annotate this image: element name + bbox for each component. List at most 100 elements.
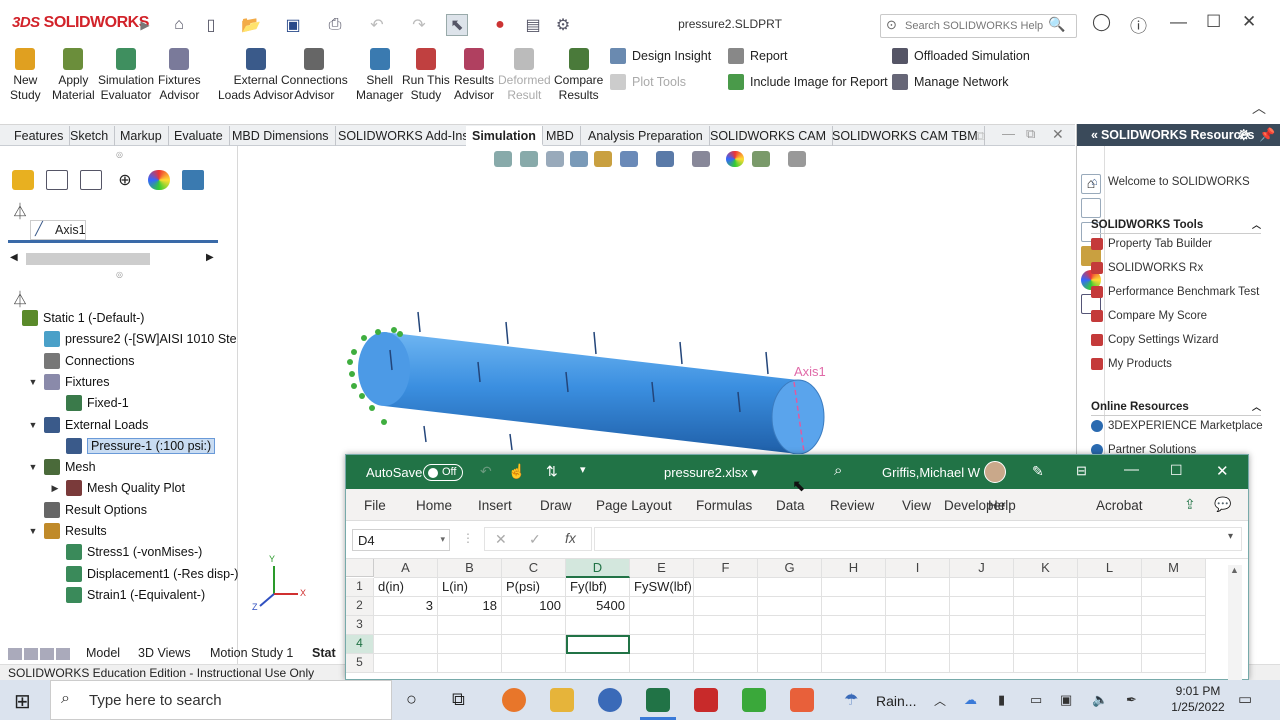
notifications-icon[interactable]: ▭ xyxy=(1238,690,1252,708)
print-icon[interactable]: ⎙ xyxy=(324,14,346,36)
tree-item-pressure-1-100-psi[interactable]: Pressure-1 (:100 psi:) xyxy=(50,436,216,456)
previous-view-icon[interactable] xyxy=(546,151,564,167)
dynamic-annotation-icon[interactable] xyxy=(594,151,612,167)
tool-property-tab-builder-link[interactable]: Property Tab Builder xyxy=(1091,238,1212,250)
column-header[interactable]: M xyxy=(1142,559,1206,578)
cell-G3[interactable] xyxy=(758,616,822,635)
horizontal-scrollbar[interactable]: ◀ ▶ xyxy=(10,252,220,266)
tree-item-connections[interactable]: Connections xyxy=(28,351,135,371)
workbook-name[interactable]: pressure2.xlsx ▾ xyxy=(664,465,758,481)
cell-B2[interactable]: 18 xyxy=(438,597,502,616)
tab-simulation[interactable]: Simulation xyxy=(466,126,543,146)
cell-I4[interactable] xyxy=(886,635,950,654)
welcome-link[interactable]: ⌂ Welcome to SOLIDWORKS xyxy=(1091,176,1250,188)
tab-evaluate[interactable]: Evaluate xyxy=(168,126,230,146)
column-header[interactable]: G xyxy=(758,559,822,578)
cell-K1[interactable] xyxy=(1014,578,1078,597)
user-name[interactable]: Griffis,Michael W xyxy=(882,465,980,480)
excel-menu-acrobat[interactable]: Acrobat xyxy=(1096,498,1143,513)
weather-text[interactable]: Rain... xyxy=(876,693,916,709)
online-3dexperience-marketplace-link[interactable]: 3DEXPERIENCE Marketplace xyxy=(1091,420,1263,432)
camtasia-recorder-icon[interactable] xyxy=(790,688,814,712)
cell-H5[interactable] xyxy=(822,654,886,673)
minimize-icon[interactable]: — xyxy=(1124,461,1139,478)
solidworks-logo[interactable]: 3DS SOLIDWORKS xyxy=(12,14,149,32)
tree-toggle-icon[interactable]: ▼ xyxy=(28,462,38,472)
network-icon[interactable]: ▣ xyxy=(1060,692,1072,708)
cell-E3[interactable] xyxy=(630,616,694,635)
cortana-icon[interactable]: ○ xyxy=(406,689,417,710)
expand-menu-icon[interactable]: ▶ xyxy=(138,14,152,36)
maximize-icon[interactable]: ☐ xyxy=(1206,12,1221,32)
tree-item-strain1-equivalent[interactable]: Strain1 (-Equivalent-) xyxy=(50,585,205,605)
ribbon-run-this-study-button[interactable]: Run This Study xyxy=(402,48,450,103)
row-header[interactable]: 5 xyxy=(346,654,374,673)
cell-F1[interactable] xyxy=(694,578,758,597)
excel-menu-page-layout[interactable]: Page Layout xyxy=(596,498,672,513)
column-header[interactable]: H xyxy=(822,559,886,578)
cell-E5[interactable] xyxy=(630,654,694,673)
close-icon[interactable]: ✕ xyxy=(1216,462,1229,480)
cell-A3[interactable] xyxy=(374,616,438,635)
cell-K3[interactable] xyxy=(1014,616,1078,635)
cancel-entry-icon[interactable]: ✕ xyxy=(495,531,507,548)
bottom-tab-3d-views[interactable]: 3D Views xyxy=(138,644,191,664)
filter-icon[interactable]: ⏃ xyxy=(12,198,28,222)
tool-performance-benchmark-test-link[interactable]: Performance Benchmark Test xyxy=(1091,286,1259,298)
cell-H3[interactable] xyxy=(822,616,886,635)
pen-icon[interactable]: ✒ xyxy=(1126,692,1137,708)
excel-menu-file[interactable]: File xyxy=(364,498,386,513)
column-header[interactable]: C xyxy=(502,559,566,578)
autosave-toggle[interactable]: Off xyxy=(423,464,463,481)
plot-tools-button[interactable]: Plot Tools xyxy=(610,74,686,90)
ribbon-results-advisor-button[interactable]: Results Advisor xyxy=(454,48,494,103)
column-header[interactable]: K xyxy=(1014,559,1078,578)
undo-icon[interactable]: ↶ xyxy=(366,14,388,36)
account-icon[interactable]: ◯ xyxy=(1092,12,1111,32)
cell-F2[interactable] xyxy=(694,597,758,616)
display-style-icon[interactable] xyxy=(656,151,674,167)
cell-A4[interactable] xyxy=(374,635,438,654)
next-tab-icon[interactable] xyxy=(40,648,54,660)
cell-E4[interactable] xyxy=(630,635,694,654)
apply-scene-icon[interactable] xyxy=(752,151,770,167)
cell-K2[interactable] xyxy=(1014,597,1078,616)
cell-M4[interactable] xyxy=(1142,635,1206,654)
cam-manager-icon[interactable] xyxy=(182,170,204,190)
cell-J5[interactable] xyxy=(950,654,1014,673)
scroll-right-icon[interactable]: ▶ xyxy=(206,252,214,263)
tab-analysis-preparation[interactable]: Analysis Preparation xyxy=(582,126,710,146)
axis-list-item[interactable]: ╱ Axis1 xyxy=(30,220,86,240)
usb-icon[interactable]: ▮ xyxy=(998,692,1005,708)
zoom-to-fit-icon[interactable] xyxy=(494,151,512,167)
excel-menu-insert[interactable]: Insert xyxy=(478,498,512,513)
view-settings-icon[interactable] xyxy=(788,151,806,167)
cell-B3[interactable] xyxy=(438,616,502,635)
select-cursor-icon[interactable]: ⬉ xyxy=(446,14,468,36)
column-header[interactable]: A xyxy=(374,559,438,578)
offloaded-simulation-button[interactable]: Offloaded Simulation xyxy=(892,48,1030,64)
column-header[interactable]: E xyxy=(630,559,694,578)
report-button[interactable]: Report xyxy=(728,48,788,64)
cell-L5[interactable] xyxy=(1078,654,1142,673)
home-icon[interactable]: ⌂ xyxy=(168,14,190,36)
cell-D2[interactable]: 5400 xyxy=(566,597,630,616)
scroll-up-icon[interactable]: ▲ xyxy=(1230,565,1239,575)
search-icon[interactable]: ⌕ xyxy=(834,462,842,479)
tree-item-mesh-quality-plot[interactable]: ▶ Mesh Quality Plot xyxy=(50,478,185,498)
row-header[interactable]: 3 xyxy=(346,616,374,635)
tree-item-fixtures[interactable]: ▼ Fixtures xyxy=(28,372,109,392)
file-explorer-icon[interactable] xyxy=(550,688,574,712)
maximize-icon[interactable]: ☐ xyxy=(1170,462,1183,479)
taskbar-search-box[interactable]: ⌕ Type here to search xyxy=(50,680,392,720)
tab-scroll-buttons[interactable] xyxy=(8,648,78,660)
cell-M3[interactable] xyxy=(1142,616,1206,635)
volume-icon[interactable]: 🔈 xyxy=(1092,692,1108,708)
column-header[interactable]: F xyxy=(694,559,758,578)
open-folder-icon[interactable]: 📂 xyxy=(240,14,262,36)
excel-menu-formulas[interactable]: Formulas xyxy=(696,498,752,513)
tab-mbd-dimensions[interactable]: MBD Dimensions xyxy=(226,126,336,146)
battery-icon[interactable]: ▭ xyxy=(1030,692,1042,708)
collapse-ribbon-icon[interactable]: ︿ xyxy=(1252,98,1266,118)
cell-K4[interactable] xyxy=(1014,635,1078,654)
